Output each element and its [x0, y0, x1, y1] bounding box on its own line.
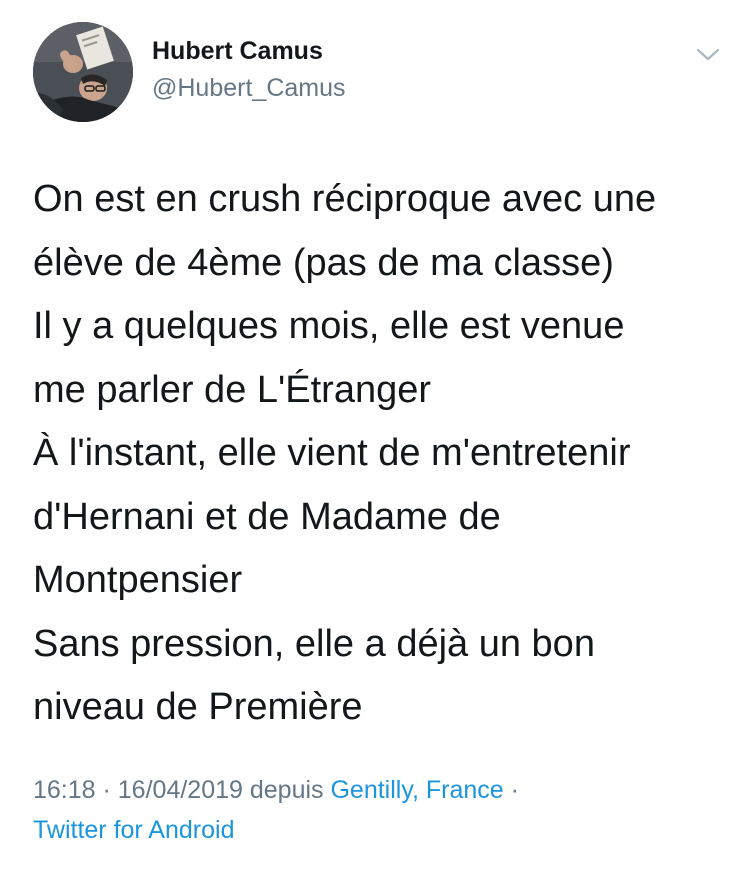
tweet-date[interactable]: 16/04/2019: [118, 776, 243, 804]
tweet-text: On est en crush réciproque avec une élèv…: [33, 168, 733, 740]
tweet-text-line: élève de 4ème (pas de ma classe): [33, 241, 614, 284]
tweet-text-line: d'Hernani et de Madame de: [33, 495, 501, 538]
avatar[interactable]: [33, 22, 133, 122]
meta-separator: ·: [503, 776, 519, 804]
tweet-time[interactable]: 16:18: [33, 776, 96, 804]
tweet-text-line: niveau de Première: [33, 686, 363, 728]
tweet-text-line: Sans pression, elle a déjà un bon: [33, 622, 595, 665]
tweet-text-line: On est en crush réciproque avec une: [33, 178, 657, 220]
profile-photo-icon: [33, 22, 133, 122]
tweet-text-line: Montpensier: [33, 559, 243, 601]
tweet-client-link[interactable]: Twitter for Android: [33, 816, 234, 844]
author-name[interactable]: Hubert Camus: [152, 37, 323, 66]
tweet-text-line: À l'instant, elle vient de m'entretenir: [33, 432, 631, 474]
meta-depuis: depuis: [242, 776, 331, 804]
tweet: Hubert Camus @Hubert_Camus On est en cru…: [0, 0, 750, 872]
tweet-metadata-line-1: 16:18 · 16/04/2019 depuis Gentilly, Fran…: [33, 770, 733, 810]
chevron-down-icon[interactable]: [694, 40, 722, 68]
tweet-metadata: 16:18 · 16/04/2019 depuis Gentilly, Fran…: [33, 770, 733, 850]
tweet-location-link[interactable]: Gentilly, France: [330, 776, 503, 804]
tweet-text-line: Il y a quelques mois, elle est venue: [33, 305, 625, 347]
meta-separator: ·: [95, 776, 118, 804]
author-handle[interactable]: @Hubert_Camus: [152, 74, 346, 103]
tweet-metadata-line-2: Twitter for Android: [33, 810, 733, 850]
tweet-text-line: me parler de L'Étranger: [33, 368, 432, 411]
